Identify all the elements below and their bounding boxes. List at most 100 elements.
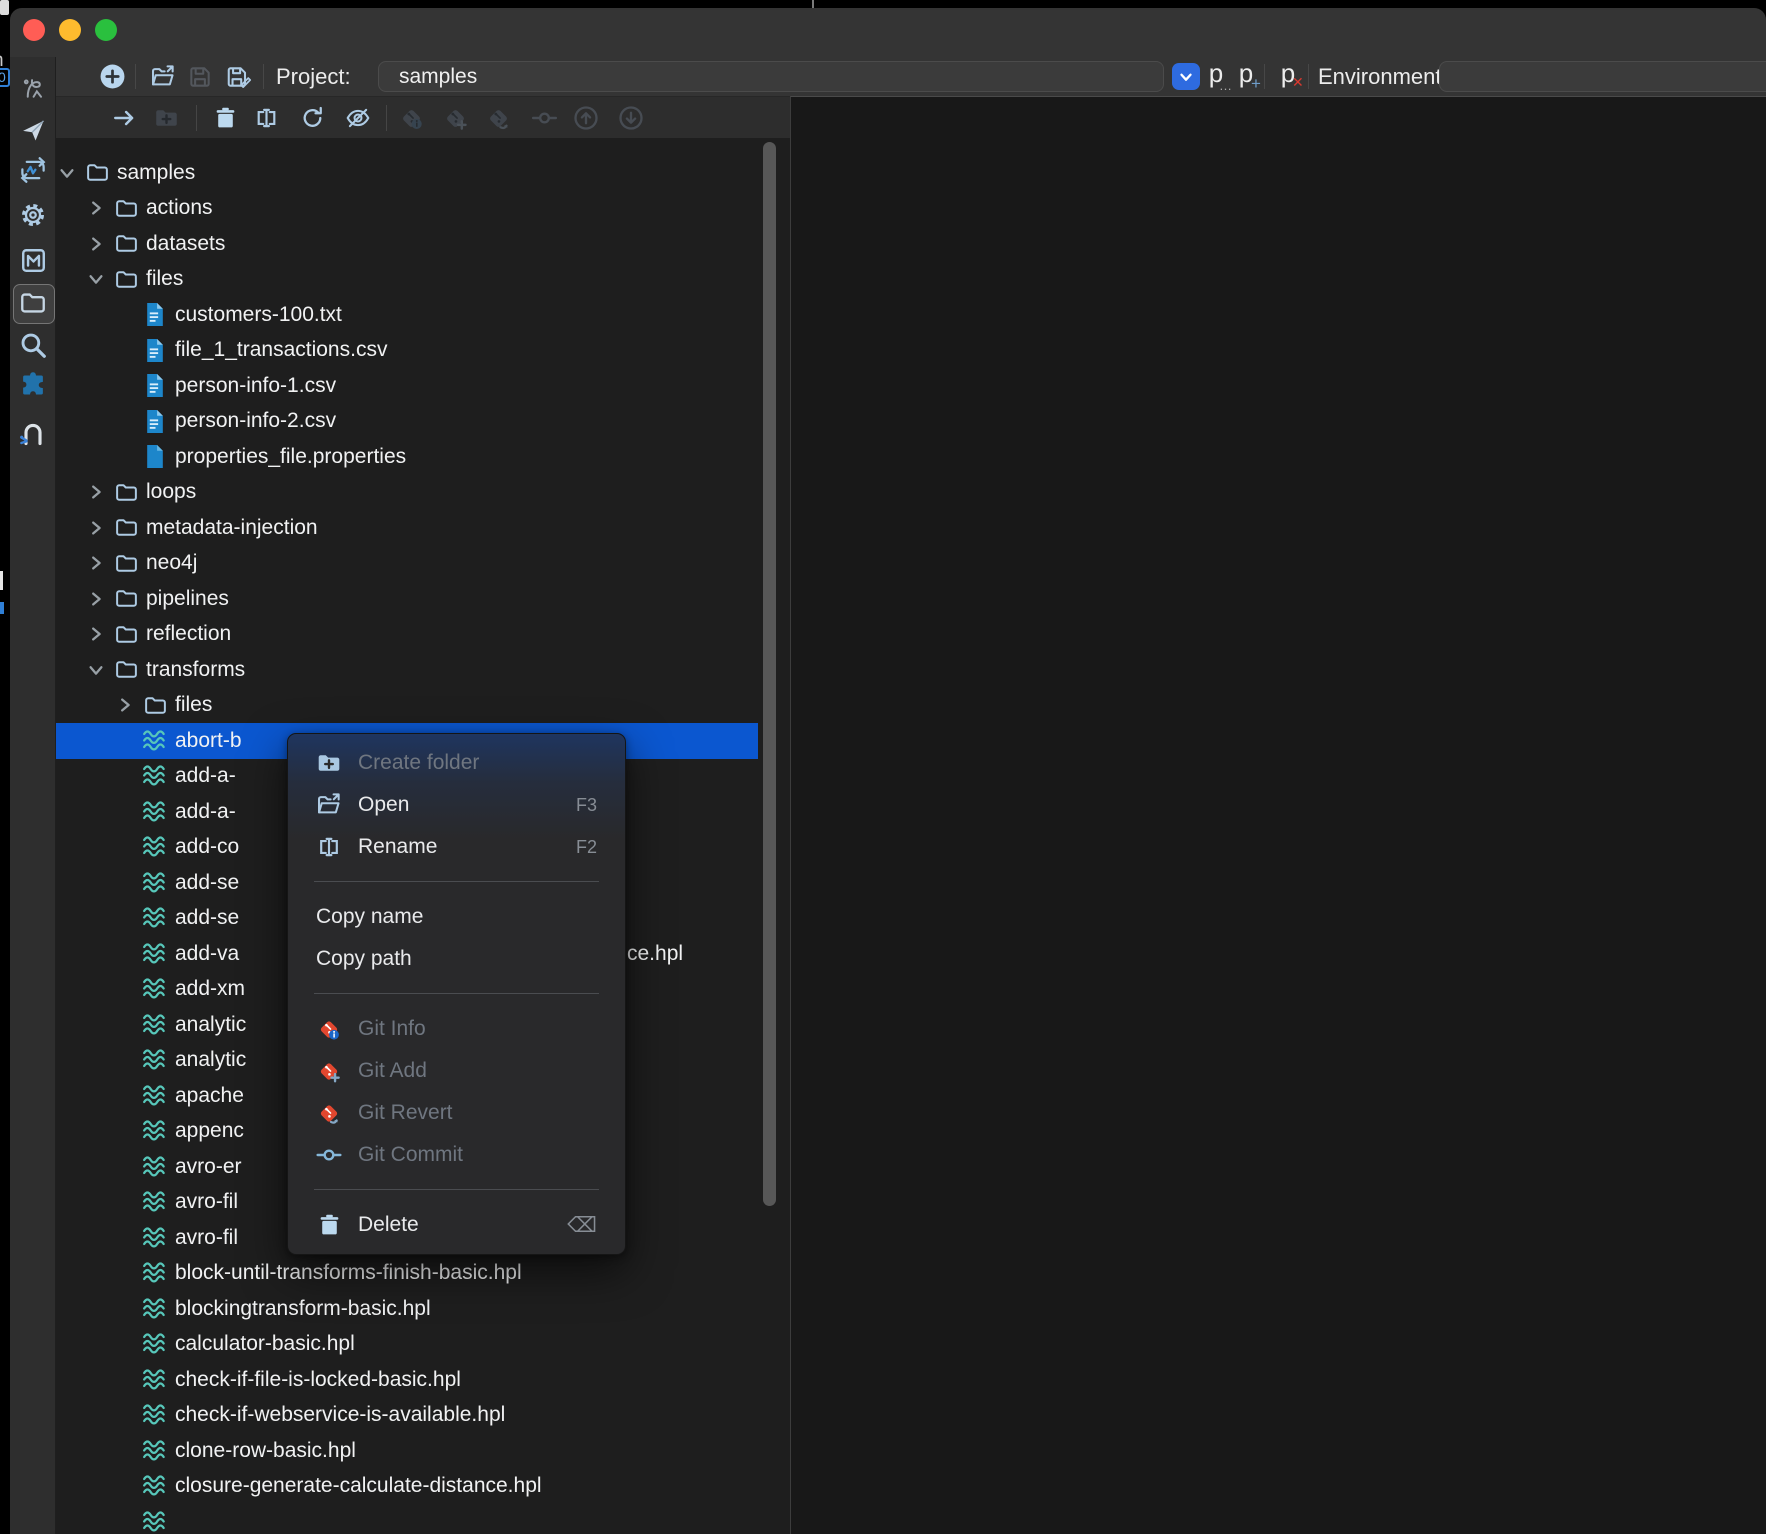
tree-folder-row[interactable]: neo4j bbox=[56, 546, 758, 582]
pipeline-icon bbox=[142, 1084, 168, 1108]
chevron-down-icon[interactable] bbox=[56, 163, 78, 183]
tree-folder-row[interactable]: metadata-injection bbox=[56, 510, 758, 546]
chevron-right-icon[interactable] bbox=[85, 553, 107, 573]
menu-item-label: Open bbox=[358, 793, 409, 817]
tree-folder-row[interactable]: loops bbox=[56, 475, 758, 511]
sidebar-item-execution[interactable] bbox=[17, 154, 49, 186]
tree-file-row[interactable]: file_1_transactions.csv bbox=[56, 333, 758, 369]
tree-item-label: apache bbox=[175, 1084, 244, 1108]
menu-item-create-folder: Create folder bbox=[288, 742, 625, 784]
tree-file-row[interactable]: block-until-transforms-finish-basic.hpl bbox=[56, 1256, 758, 1292]
project-add-button[interactable]: p + bbox=[1228, 59, 1264, 94]
chevron-right-icon[interactable] bbox=[85, 482, 107, 502]
minimize-button[interactable] bbox=[59, 19, 81, 41]
chevron-right-icon[interactable] bbox=[85, 624, 107, 644]
chevron-right-icon[interactable] bbox=[85, 518, 107, 538]
menu-item-label: Git Info bbox=[358, 1017, 426, 1041]
chevron-down-icon[interactable] bbox=[85, 660, 107, 680]
tree-file-row[interactable]: blockingtransform-basic.hpl bbox=[56, 1291, 758, 1327]
environment-input[interactable] bbox=[1439, 61, 1766, 92]
tree-folder-row[interactable]: actions bbox=[56, 191, 758, 227]
sidebar-item-search[interactable] bbox=[17, 329, 49, 361]
scrollbar-thumb[interactable] bbox=[763, 142, 776, 1206]
menu-item-copy-path[interactable]: Copy path bbox=[288, 938, 625, 980]
perspective-sidebar bbox=[10, 57, 56, 1534]
background-fragment bbox=[812, 0, 814, 8]
sidebar-item-file-explorer[interactable] bbox=[17, 287, 49, 319]
menu-item-delete[interactable]: Delete⌫ bbox=[288, 1204, 625, 1246]
chevron-right-icon[interactable] bbox=[85, 234, 107, 254]
tree-file-row[interactable]: person-info-1.csv bbox=[56, 368, 758, 404]
tree-item-label: add-a- bbox=[175, 800, 236, 824]
tree-file-row[interactable]: closure-generate-calculate-distance.hpl bbox=[56, 1469, 758, 1505]
hide-icon[interactable] bbox=[341, 101, 375, 135]
background-text-fragment: 0 bbox=[0, 68, 10, 87]
tree-item-label: samples bbox=[117, 161, 195, 185]
file-text-icon bbox=[142, 373, 168, 398]
tree-file-row[interactable]: calculator-basic.hpl bbox=[56, 1327, 758, 1363]
sidebar-item-hop-logo bbox=[17, 72, 49, 104]
tree-folder-row[interactable]: transforms bbox=[56, 652, 758, 688]
open-button[interactable] bbox=[145, 59, 181, 94]
menu-item-copy-name[interactable]: Copy name bbox=[288, 896, 625, 938]
sidebar-item-configuration[interactable] bbox=[17, 199, 49, 231]
folder-icon bbox=[113, 622, 139, 647]
clipped-filename-fragment: ce.hpl bbox=[627, 936, 683, 972]
project-input[interactable]: samples bbox=[378, 61, 1164, 92]
tree-folder-row[interactable]: pipelines bbox=[56, 581, 758, 617]
project-dropdown-button[interactable] bbox=[1172, 63, 1200, 90]
tree-file-row[interactable]: person-info-2.csv bbox=[56, 404, 758, 440]
sidebar-item-metadata[interactable] bbox=[17, 244, 49, 276]
menu-item-rename[interactable]: RenameF2 bbox=[288, 826, 625, 868]
tree-file-row[interactable]: customers-100.txt bbox=[56, 297, 758, 333]
close-button[interactable] bbox=[23, 19, 45, 41]
project-delete-button[interactable]: p ✕ bbox=[1270, 59, 1306, 94]
tree-folder-row[interactable]: datasets bbox=[56, 226, 758, 262]
tree-item-label: pipelines bbox=[146, 587, 229, 611]
canvas[interactable] bbox=[790, 96, 1766, 1534]
tree-folder-row[interactable]: files bbox=[56, 688, 758, 724]
tree-item-label: closure-generate-calculate-distance.hpl bbox=[175, 1474, 542, 1498]
pipeline-icon bbox=[142, 1368, 168, 1392]
chevron-right-icon[interactable] bbox=[85, 589, 107, 609]
pipeline-icon bbox=[142, 1510, 168, 1534]
pipeline-icon bbox=[142, 1474, 168, 1498]
tree-file-row[interactable]: properties_file.properties bbox=[56, 439, 758, 475]
tree-folder-row[interactable]: samples bbox=[56, 155, 758, 191]
refresh-icon[interactable] bbox=[295, 101, 329, 135]
sidebar-item-neo4j[interactable] bbox=[17, 417, 49, 449]
menu-item-label: Git Revert bbox=[358, 1101, 453, 1125]
pipeline-icon bbox=[142, 1190, 168, 1214]
window-titlebar[interactable] bbox=[10, 8, 1766, 57]
folder-icon bbox=[113, 551, 139, 576]
tree-item-label: avro-er bbox=[175, 1155, 242, 1179]
hop-logo-icon bbox=[19, 74, 47, 102]
chevron-right-icon[interactable] bbox=[114, 695, 136, 715]
pipeline-icon bbox=[142, 1261, 168, 1285]
tree-folder-row[interactable]: reflection bbox=[56, 617, 758, 653]
sidebar-item-orchestration[interactable] bbox=[17, 114, 49, 146]
tree-file-row[interactable] bbox=[56, 1504, 758, 1534]
folder-icon bbox=[113, 657, 139, 682]
save-as-button[interactable] bbox=[220, 59, 256, 94]
menu-item-open[interactable]: OpenF3 bbox=[288, 784, 625, 826]
zoom-button[interactable] bbox=[95, 19, 117, 41]
chevron-down-icon[interactable] bbox=[85, 269, 107, 289]
context-menu: Create folderOpenF3RenameF2 Copy nameCopy… bbox=[287, 733, 626, 1255]
folder-icon bbox=[113, 231, 139, 256]
sidebar-item-plugins[interactable] bbox=[17, 369, 49, 401]
tree-file-row[interactable]: clone-row-basic.hpl bbox=[56, 1433, 758, 1469]
tree-file-row[interactable]: check-if-webservice-is-available.hpl bbox=[56, 1398, 758, 1434]
pipeline-icon bbox=[142, 1439, 168, 1463]
new-button[interactable] bbox=[94, 59, 130, 94]
delete-icon[interactable] bbox=[208, 101, 242, 135]
tree-folder-row[interactable]: files bbox=[56, 262, 758, 298]
tree-item-label: avro-fil bbox=[175, 1190, 238, 1214]
open-arrow-icon[interactable] bbox=[107, 101, 141, 135]
menu-item-git-commit: Git Commit bbox=[288, 1134, 625, 1176]
delete-badge: ✕ bbox=[1292, 74, 1304, 91]
execution-icon bbox=[18, 155, 48, 185]
chevron-right-icon[interactable] bbox=[85, 198, 107, 218]
tree-file-row[interactable]: check-if-file-is-locked-basic.hpl bbox=[56, 1362, 758, 1398]
rename-icon[interactable] bbox=[249, 101, 283, 135]
